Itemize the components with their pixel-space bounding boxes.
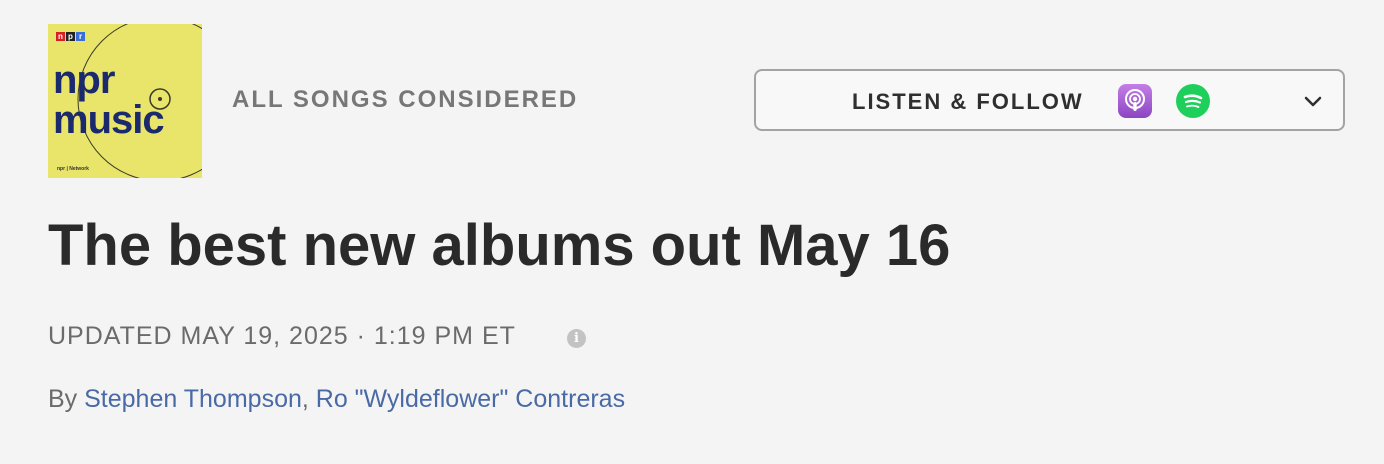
apple-podcasts-icon[interactable] — [1118, 84, 1152, 118]
listen-follow-label: LISTEN & FOLLOW — [852, 89, 1084, 114]
byline-separator: , — [301, 385, 316, 413]
info-icon[interactable]: i — [567, 329, 586, 348]
podcast-cover-art[interactable]: n p r npr music npr | Network — [48, 24, 202, 178]
npr-logo-n: n — [56, 32, 65, 41]
show-name-link[interactable]: ALL SONGS CONSIDERED — [232, 86, 578, 114]
art-footer: npr | Network — [57, 166, 89, 172]
author-link-stephen-thompson[interactable]: Stephen Thompson — [84, 385, 302, 413]
byline-prefix: By — [48, 385, 85, 413]
article-byline: By Stephen Thompson, Ro "Wyldeflower" Co… — [48, 385, 625, 414]
npr-logo-p: p — [66, 32, 75, 41]
listen-follow-dropdown[interactable]: LISTEN & FOLLOW — [754, 69, 1345, 131]
npr-logo-r: r — [76, 32, 85, 41]
chevron-down-icon[interactable] — [1303, 91, 1323, 111]
art-title-npr: npr — [53, 58, 115, 102]
art-title-music: music — [53, 98, 165, 142]
npr-logo: n p r — [56, 32, 85, 41]
article-headline: The best new albums out May 16 — [48, 213, 951, 278]
spotify-icon[interactable] — [1176, 84, 1210, 118]
author-link-ro-contreras[interactable]: Ro "Wyldeflower" Contreras — [316, 385, 625, 413]
article-dateline: UPDATED MAY 19, 2025 · 1:19 PM ET — [48, 322, 516, 350]
